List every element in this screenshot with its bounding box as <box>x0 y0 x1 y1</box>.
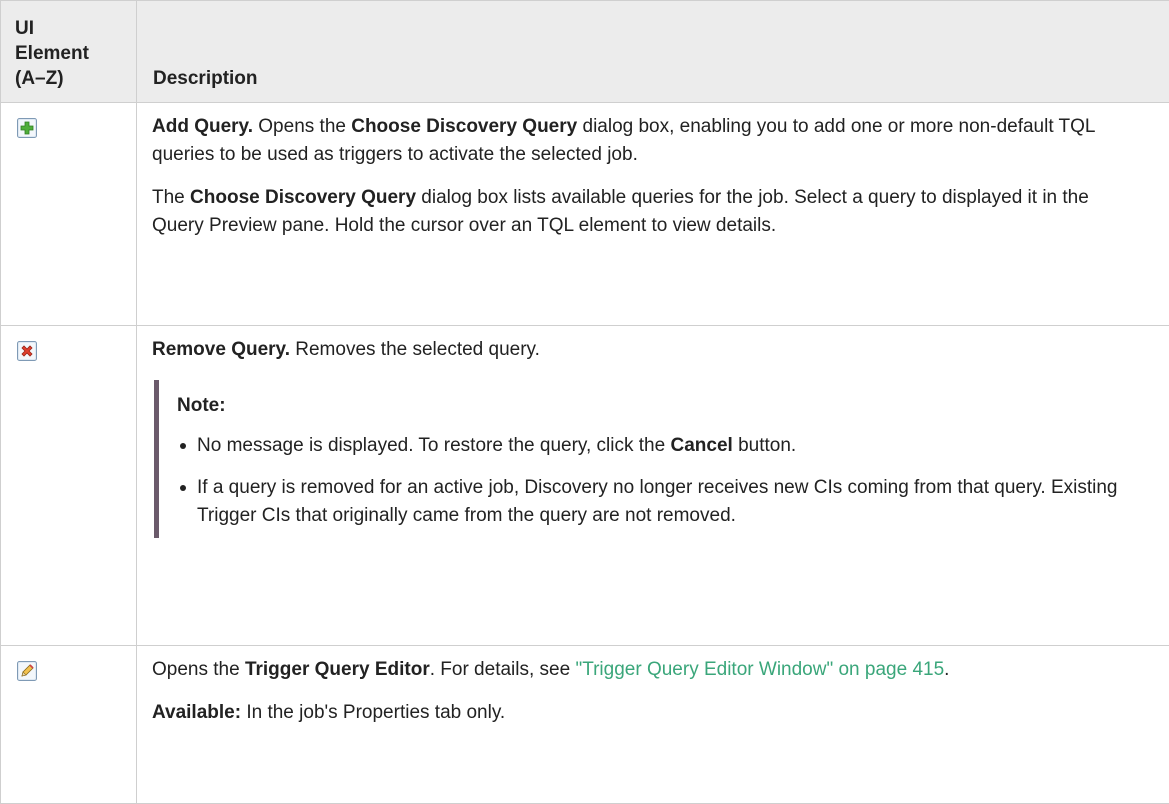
description-cell: Add Query. Opens the Choose Discovery Qu… <box>137 103 1169 326</box>
text: Removes the selected query. <box>290 339 540 360</box>
table-row: Add Query. Opens the Choose Discovery Qu… <box>1 103 1169 326</box>
header-line: Element <box>15 41 136 66</box>
paragraph: Available: In the job's Properties tab o… <box>152 699 1145 727</box>
text: The <box>152 187 190 208</box>
note-list: No message is displayed. To restore the … <box>177 432 1145 530</box>
bullet-icon <box>180 443 186 449</box>
list-item: If a query is removed for an active job,… <box>177 474 1145 530</box>
list-item: No message is displayed. To restore the … <box>177 432 1145 460</box>
term: Remove Query. <box>152 339 290 360</box>
term: Add Query. <box>152 116 253 137</box>
term: Trigger Query Editor <box>245 659 430 680</box>
header-line: UI <box>15 16 136 41</box>
remove-icon <box>17 341 37 361</box>
header-ui-element: UI Element (A–Z) <box>1 1 137 103</box>
text: No message is displayed. To restore the … <box>197 435 670 456</box>
note-box: Note: No message is displayed. To restor… <box>154 380 1145 538</box>
note-title: Note: <box>177 392 1145 420</box>
term: Cancel <box>670 435 732 456</box>
paragraph: Opens the Trigger Query Editor. For deta… <box>152 656 1145 684</box>
icon-cell <box>1 326 137 646</box>
paragraph: Remove Query. Removes the selected query… <box>152 336 1145 364</box>
bullet-icon <box>180 485 186 491</box>
term: Available: <box>152 702 241 723</box>
add-icon <box>17 118 37 138</box>
text: If a query is removed for an active job,… <box>197 477 1118 526</box>
text: . For details, see <box>430 659 576 680</box>
term: Choose Discovery Query <box>190 187 416 208</box>
text: In the job's Properties tab only. <box>241 702 505 723</box>
header-row: UI Element (A–Z) Description <box>1 1 1169 103</box>
icon-cell <box>1 103 137 326</box>
icon-cell <box>1 646 137 804</box>
term: Choose Discovery Query <box>351 116 577 137</box>
description-cell: Opens the Trigger Query Editor. For deta… <box>137 646 1169 804</box>
header-description: Description <box>137 1 1169 103</box>
table-row: Remove Query. Removes the selected query… <box>1 326 1169 646</box>
description-cell: Remove Query. Removes the selected query… <box>137 326 1169 646</box>
table-row: Opens the Trigger Query Editor. For deta… <box>1 646 1169 804</box>
text: Opens the <box>253 116 351 137</box>
ui-elements-table: UI Element (A–Z) Description Add Query. … <box>0 0 1169 804</box>
text: Opens the <box>152 659 245 680</box>
text: button. <box>733 435 796 456</box>
paragraph: The Choose Discovery Query dialog box li… <box>152 184 1145 240</box>
edit-icon <box>17 661 37 681</box>
header-line: (A–Z) <box>15 66 136 91</box>
trigger-query-editor-link[interactable]: "Trigger Query Editor Window" on page 41… <box>575 659 944 680</box>
text: . <box>944 659 949 680</box>
paragraph: Add Query. Opens the Choose Discovery Qu… <box>152 113 1145 169</box>
